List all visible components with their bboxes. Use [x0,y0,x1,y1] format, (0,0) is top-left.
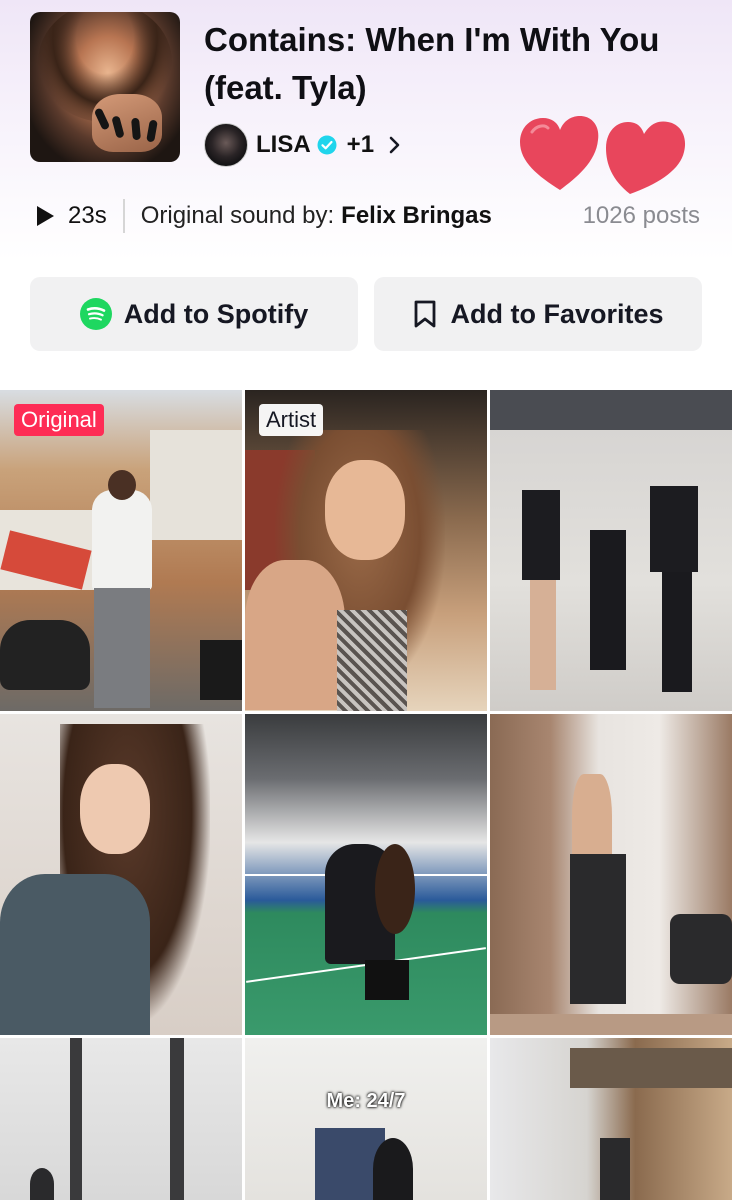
chevron-right-icon[interactable] [388,135,402,155]
add-to-spotify-label: Add to Spotify [123,298,309,329]
video-thumbnail[interactable] [490,714,732,1035]
artist-name[interactable]: LISA [256,131,311,159]
video-thumbnail[interactable] [245,714,487,1035]
posts-count: 1026 posts [582,202,700,229]
video-thumbnail[interactable] [490,1038,732,1200]
artist-badge: Artist [259,404,324,436]
video-thumbnail[interactable] [0,714,242,1035]
spotify-icon [79,298,112,330]
sound-meta-row: 23s Original sound by: Felix Bringas 102… [34,196,714,236]
verified-icon [317,135,337,155]
song-title: Contains: When I'm With You (feat. Tyla) [204,21,660,106]
original-badge: Original [14,404,104,436]
original-sound-artist[interactable]: Felix Bringas [341,202,492,230]
video-thumbnail[interactable] [0,1038,242,1200]
bookmark-icon [415,300,436,328]
artist-avatar[interactable] [204,123,248,167]
play-icon[interactable] [34,204,56,228]
artist-row[interactable]: LISA +1 [204,122,402,168]
duration: 23s [68,202,107,229]
add-to-favorites-label: Add to Favorites [450,298,664,329]
extra-artists-count[interactable]: +1 [347,131,374,159]
video-thumbnail[interactable]: Me: 24/7 [245,1038,487,1200]
divider [122,199,125,233]
album-cover[interactable] [30,12,180,162]
video-thumbnail[interactable] [490,390,732,711]
add-to-favorites-button[interactable]: Add to Favorites [374,277,702,351]
heart-icon [520,116,686,194]
add-to-spotify-button[interactable]: Add to Spotify [30,277,358,351]
original-sound-label: Original sound by: [140,202,335,229]
video-grid: Original Artist Me: 24/7 [0,390,732,1200]
video-caption: Me: 24/7 [326,1090,406,1112]
video-thumbnail[interactable]: Artist [245,390,487,711]
video-thumbnail[interactable]: Original [0,390,242,711]
